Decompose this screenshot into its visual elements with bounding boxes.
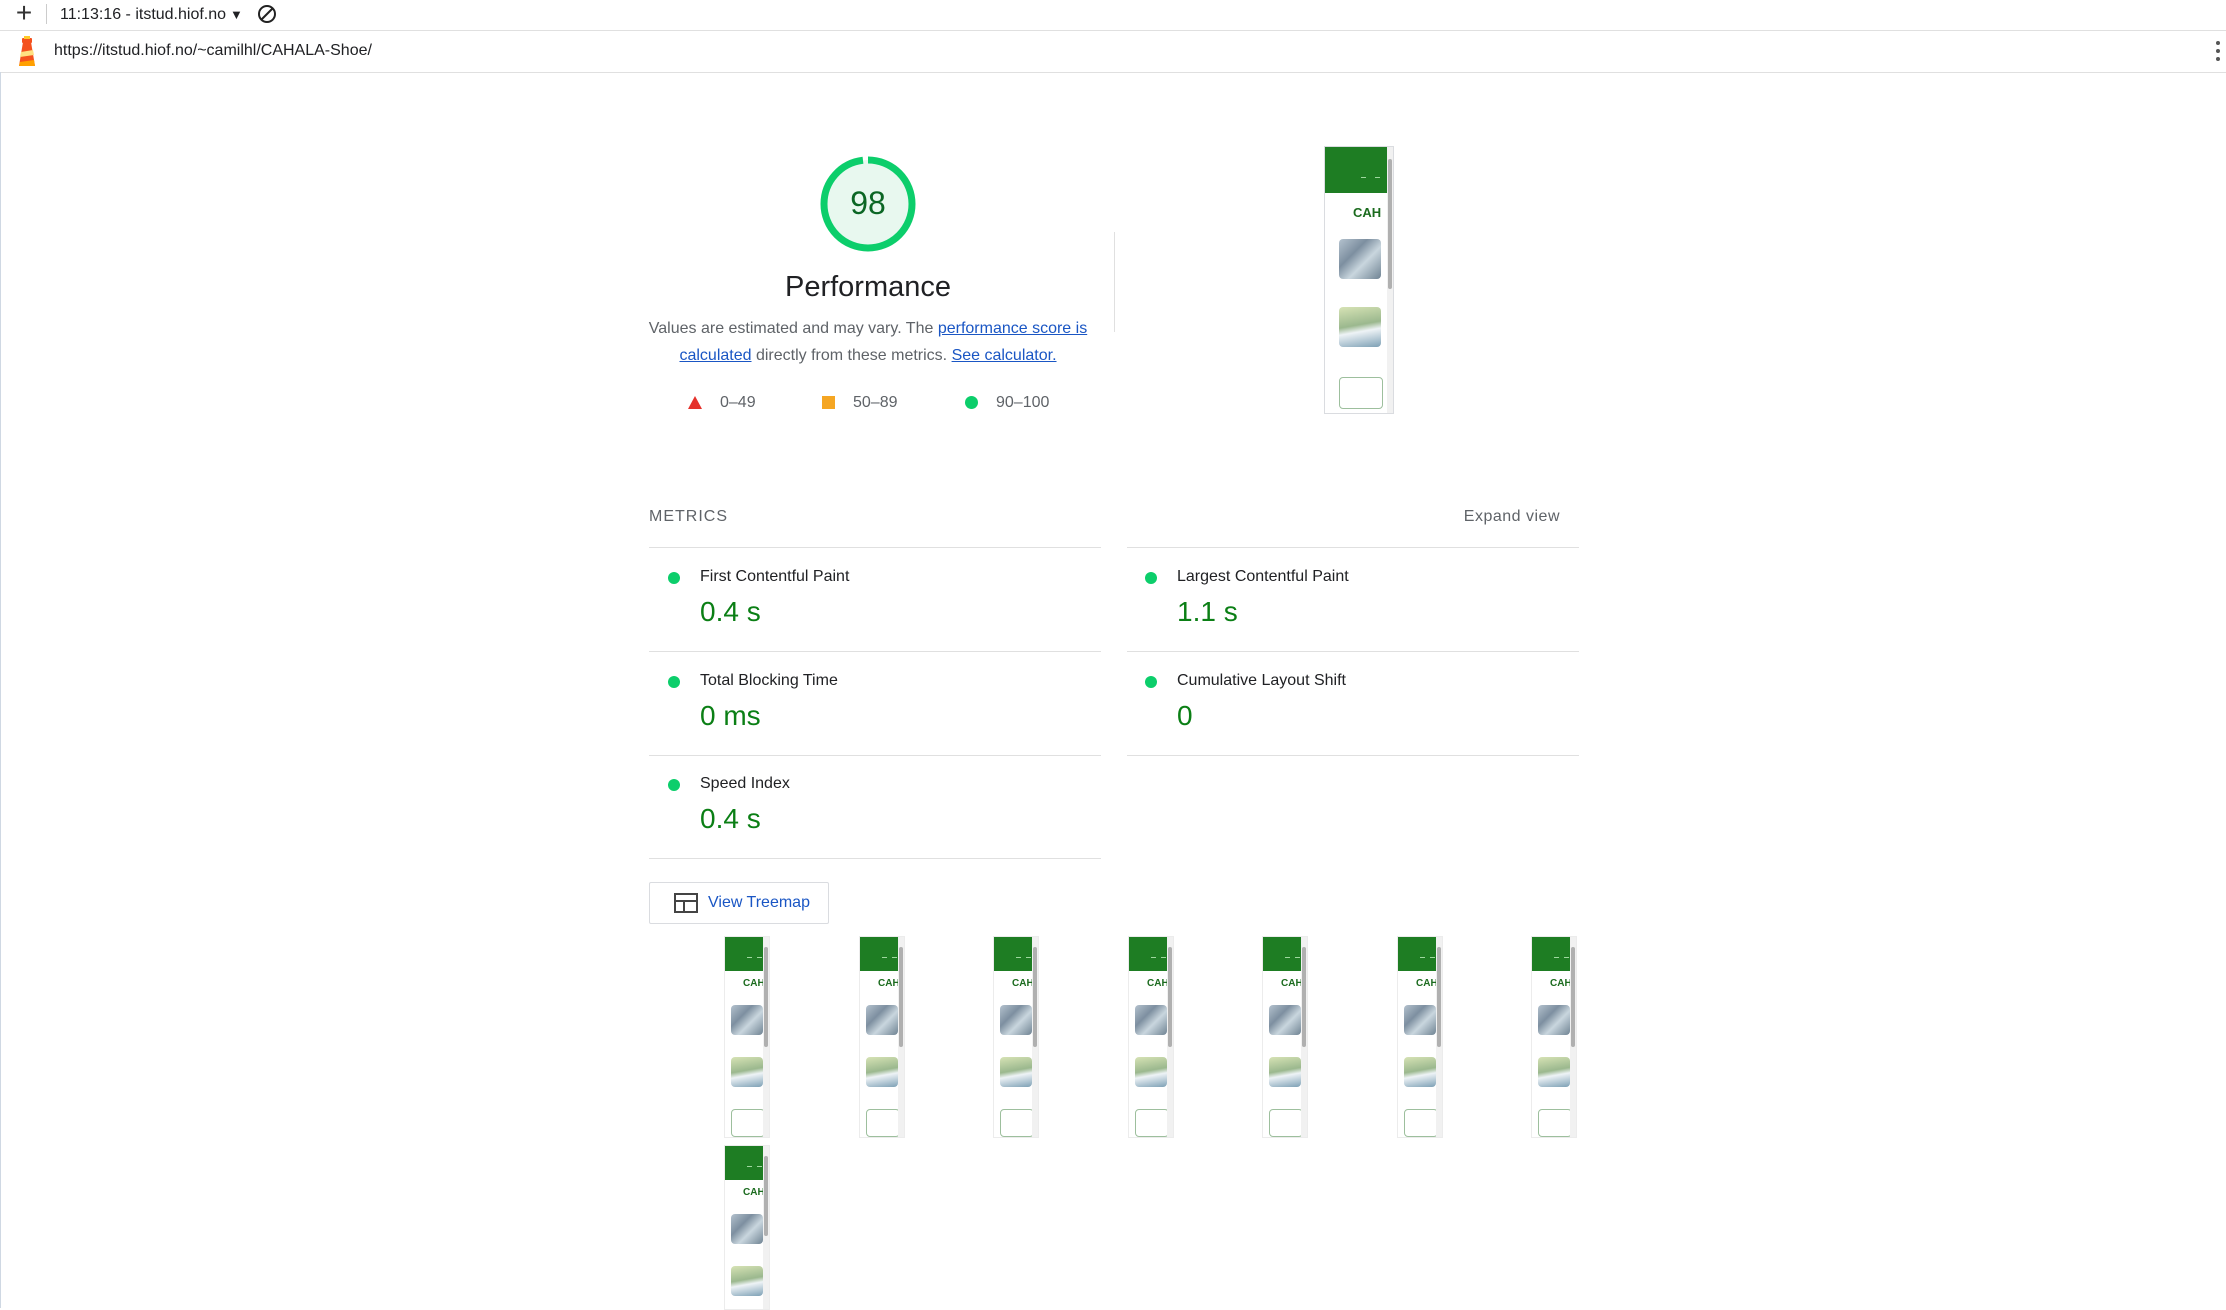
filmstrip-frame: CAH xyxy=(993,936,1039,1138)
filmstrip-frame: CAH xyxy=(1397,936,1443,1138)
product-image xyxy=(1538,1005,1570,1035)
product-card xyxy=(1135,1109,1169,1137)
legend-average: 50–89 xyxy=(822,392,898,414)
product-card xyxy=(731,1109,765,1137)
metric-divider xyxy=(649,547,1101,548)
product-image xyxy=(1339,307,1381,347)
product-image xyxy=(1538,1057,1570,1087)
filmstrip-frame: CAH xyxy=(724,1145,770,1310)
legend-pass: 90–100 xyxy=(965,392,1049,414)
product-image xyxy=(731,1266,763,1296)
metric-si-value: 0.4 s xyxy=(700,803,761,834)
legend-pass-label: 90–100 xyxy=(996,394,1050,411)
score-value: 98 xyxy=(850,185,886,221)
square-icon xyxy=(822,396,835,410)
product-image xyxy=(1135,1057,1167,1087)
filmstrip-frame: CAH xyxy=(1531,936,1577,1138)
product-card xyxy=(1538,1109,1572,1137)
metric-tbt-name: Total Blocking Time xyxy=(700,672,838,689)
report-selector-label: 11:13:16 - itstud.hiof.no xyxy=(60,6,227,23)
product-card xyxy=(866,1109,900,1137)
frame-heading: CAH xyxy=(743,978,765,989)
product-image xyxy=(731,1057,763,1087)
report-selector[interactable]: 11:13:16 - itstud.hiof.no ▼ xyxy=(60,4,243,26)
product-card xyxy=(1000,1109,1034,1137)
circle-icon xyxy=(965,396,978,410)
filmstrip-frame: CAH xyxy=(859,936,905,1138)
url-bar: https://itstud.hiof.no/~camilhl/CAHALA-S… xyxy=(0,31,2226,73)
metric-divider xyxy=(1127,651,1579,652)
product-image xyxy=(1404,1005,1436,1035)
product-image xyxy=(1269,1057,1301,1087)
filmstrip-frame: CAH xyxy=(724,936,770,1138)
frame-heading: CAH xyxy=(1147,978,1169,989)
legend-fail: 0–49 xyxy=(688,392,756,414)
metric-si-name: Speed Index xyxy=(700,775,790,792)
description-text-mid: directly from these metrics. xyxy=(751,347,952,364)
section-divider xyxy=(1114,232,1115,332)
frame-heading: CAH xyxy=(878,978,900,989)
pass-indicator-icon xyxy=(668,676,680,688)
pass-indicator-icon xyxy=(1145,572,1157,584)
product-image xyxy=(1339,239,1381,279)
expand-view-toggle[interactable]: Expand view xyxy=(1440,506,1560,528)
metrics-header: METRICS xyxy=(649,508,728,525)
product-image xyxy=(1135,1005,1167,1035)
pass-indicator-icon xyxy=(1145,676,1157,688)
metric-divider xyxy=(649,858,1101,859)
metric-cls-value: 0 xyxy=(1177,700,1193,731)
category-title: Performance xyxy=(784,271,951,303)
legend-fail-label: 0–49 xyxy=(720,394,756,411)
product-image xyxy=(1000,1057,1032,1087)
product-card xyxy=(1404,1109,1438,1137)
frame-heading: CAH xyxy=(1550,978,1572,989)
toolbar-divider xyxy=(46,4,47,24)
metric-tbt-value: 0 ms xyxy=(700,700,761,731)
see-calculator-link[interactable]: See calculator. xyxy=(952,347,1057,364)
filmstrip-frame: CAH xyxy=(1262,936,1308,1138)
product-image xyxy=(731,1214,763,1244)
description-text: Values are estimated and may vary. The xyxy=(648,320,938,337)
metric-divider xyxy=(649,651,1101,652)
screenshot-heading: CAH xyxy=(1353,205,1382,220)
product-image xyxy=(1269,1005,1301,1035)
product-card xyxy=(1269,1109,1303,1137)
metric-fcp-name: First Contentful Paint xyxy=(700,568,850,585)
metric-divider xyxy=(649,755,1101,756)
view-treemap-label: View Treemap xyxy=(708,894,810,911)
block-icon[interactable] xyxy=(256,3,278,25)
plus-icon[interactable]: + xyxy=(12,0,36,27)
report-toolbar: + 11:13:16 - itstud.hiof.no ▼ xyxy=(0,0,2226,31)
metric-divider xyxy=(1127,547,1579,548)
page-edge xyxy=(0,72,1,1308)
metric-fcp-value: 0.4 s xyxy=(700,596,761,627)
legend-average-label: 50–89 xyxy=(853,394,898,411)
product-image xyxy=(1404,1057,1436,1087)
final-screenshot[interactable]: CAH xyxy=(1324,146,1394,414)
report-url[interactable]: https://itstud.hiof.no/~camilhl/CAHALA-S… xyxy=(54,40,372,62)
frame-heading: CAH xyxy=(1012,978,1034,989)
pass-indicator-icon xyxy=(668,572,680,584)
product-image xyxy=(1000,1005,1032,1035)
frame-heading: CAH xyxy=(1416,978,1438,989)
metric-cls-name: Cumulative Layout Shift xyxy=(1177,672,1346,689)
triangle-icon xyxy=(688,396,702,410)
filmstrip-frame: CAH xyxy=(1128,936,1174,1138)
lighthouse-logo-icon xyxy=(19,36,35,66)
metric-lcp-name: Largest Contentful Paint xyxy=(1177,568,1349,585)
pass-indicator-icon xyxy=(668,779,680,791)
product-image xyxy=(866,1057,898,1087)
frame-heading: CAH xyxy=(743,1187,765,1198)
score-description: Values are estimated and may vary. The p… xyxy=(648,315,1088,369)
product-image xyxy=(731,1005,763,1035)
metric-divider xyxy=(1127,755,1579,756)
frame-heading: CAH xyxy=(1281,978,1303,989)
product-image xyxy=(866,1005,898,1035)
treemap-icon xyxy=(674,893,698,913)
metric-lcp-value: 1.1 s xyxy=(1177,596,1238,627)
more-vert-icon[interactable] xyxy=(2212,37,2224,67)
chevron-down-icon: ▼ xyxy=(230,7,243,22)
product-card xyxy=(1339,377,1383,409)
view-treemap-button[interactable]: View Treemap xyxy=(649,882,829,924)
